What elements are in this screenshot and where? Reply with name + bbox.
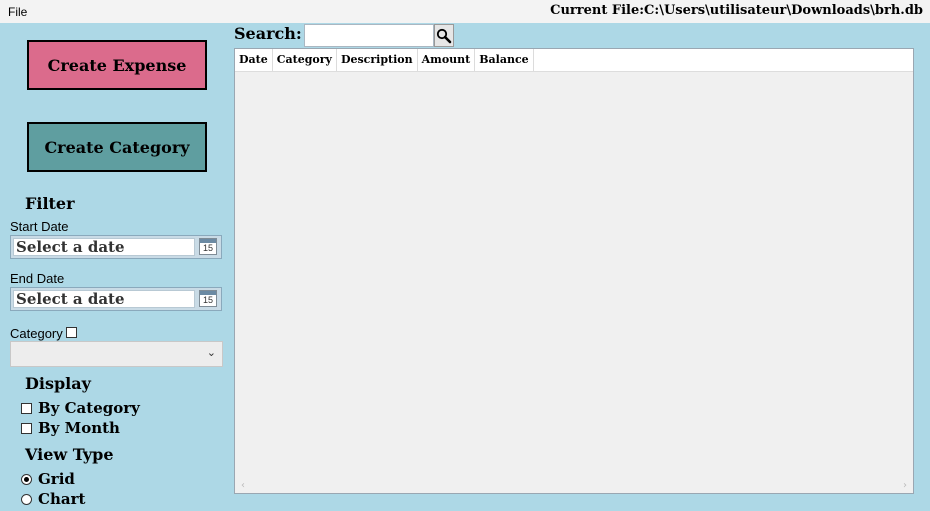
calendar-icon[interactable]: 15 — [199, 290, 217, 307]
chart-label: Chart — [38, 490, 86, 508]
by-month-checkbox[interactable] — [21, 422, 32, 434]
by-category-checkbox[interactable] — [21, 402, 32, 414]
by-month-option[interactable]: By Month — [21, 419, 120, 437]
category-filter-row: Category — [10, 326, 77, 341]
category-select[interactable]: ⌄ — [10, 341, 223, 367]
display-heading: Display — [25, 374, 91, 393]
grid-label: Grid — [38, 470, 75, 488]
calendar-day-number: 15 — [202, 243, 213, 253]
create-expense-button[interactable]: Create Expense — [27, 40, 207, 90]
calendar-day-number: 15 — [202, 295, 213, 305]
grid-radio[interactable] — [21, 473, 32, 485]
grid-view-option[interactable]: Grid — [21, 470, 75, 488]
by-category-option[interactable]: By Category — [21, 399, 140, 417]
end-date-field[interactable]: Select a date — [13, 290, 195, 308]
menu-bar: File Current File:C:\Users\utilisateur\D… — [0, 0, 930, 23]
search-button[interactable] — [434, 24, 454, 47]
calendar-icon[interactable]: 15 — [199, 238, 217, 255]
expense-grid[interactable]: Date Category Description Amount Balance… — [234, 48, 914, 494]
scroll-left-arrow[interactable]: ‹ — [241, 480, 245, 491]
create-category-button[interactable]: Create Category — [27, 122, 207, 172]
end-date-picker[interactable]: Select a date 15 — [10, 287, 222, 311]
chevron-down-icon: ⌄ — [206, 346, 216, 359]
grid-header: Date Category Description Amount Balance — [235, 49, 913, 72]
menu-file[interactable]: File — [8, 5, 27, 19]
view-type-heading: View Type — [25, 445, 114, 464]
start-date-label: Start Date — [10, 219, 69, 234]
category-filter-checkbox[interactable] — [65, 326, 77, 338]
column-header-date[interactable]: Date — [235, 49, 273, 71]
start-date-field[interactable]: Select a date — [13, 238, 195, 256]
column-header-description[interactable]: Description — [337, 49, 418, 71]
start-date-picker[interactable]: Select a date 15 — [10, 235, 222, 259]
column-header-category[interactable]: Category — [273, 49, 337, 71]
search-input[interactable] — [304, 24, 434, 47]
scroll-right-arrow[interactable]: › — [903, 480, 907, 491]
by-category-label: By Category — [38, 399, 140, 417]
chart-radio[interactable] — [21, 493, 32, 505]
category-filter-label: Category — [10, 326, 63, 341]
chart-view-option[interactable]: Chart — [21, 490, 85, 508]
search-label: Search: — [234, 24, 302, 43]
end-date-label: End Date — [10, 271, 65, 286]
search-icon — [436, 28, 452, 44]
by-month-label: By Month — [38, 419, 120, 437]
current-file-path: Current File:C:\Users\utilisateur\Downlo… — [550, 3, 923, 18]
filter-heading: Filter — [25, 194, 75, 213]
column-header-balance[interactable]: Balance — [475, 49, 534, 71]
column-header-amount[interactable]: Amount — [418, 49, 476, 71]
